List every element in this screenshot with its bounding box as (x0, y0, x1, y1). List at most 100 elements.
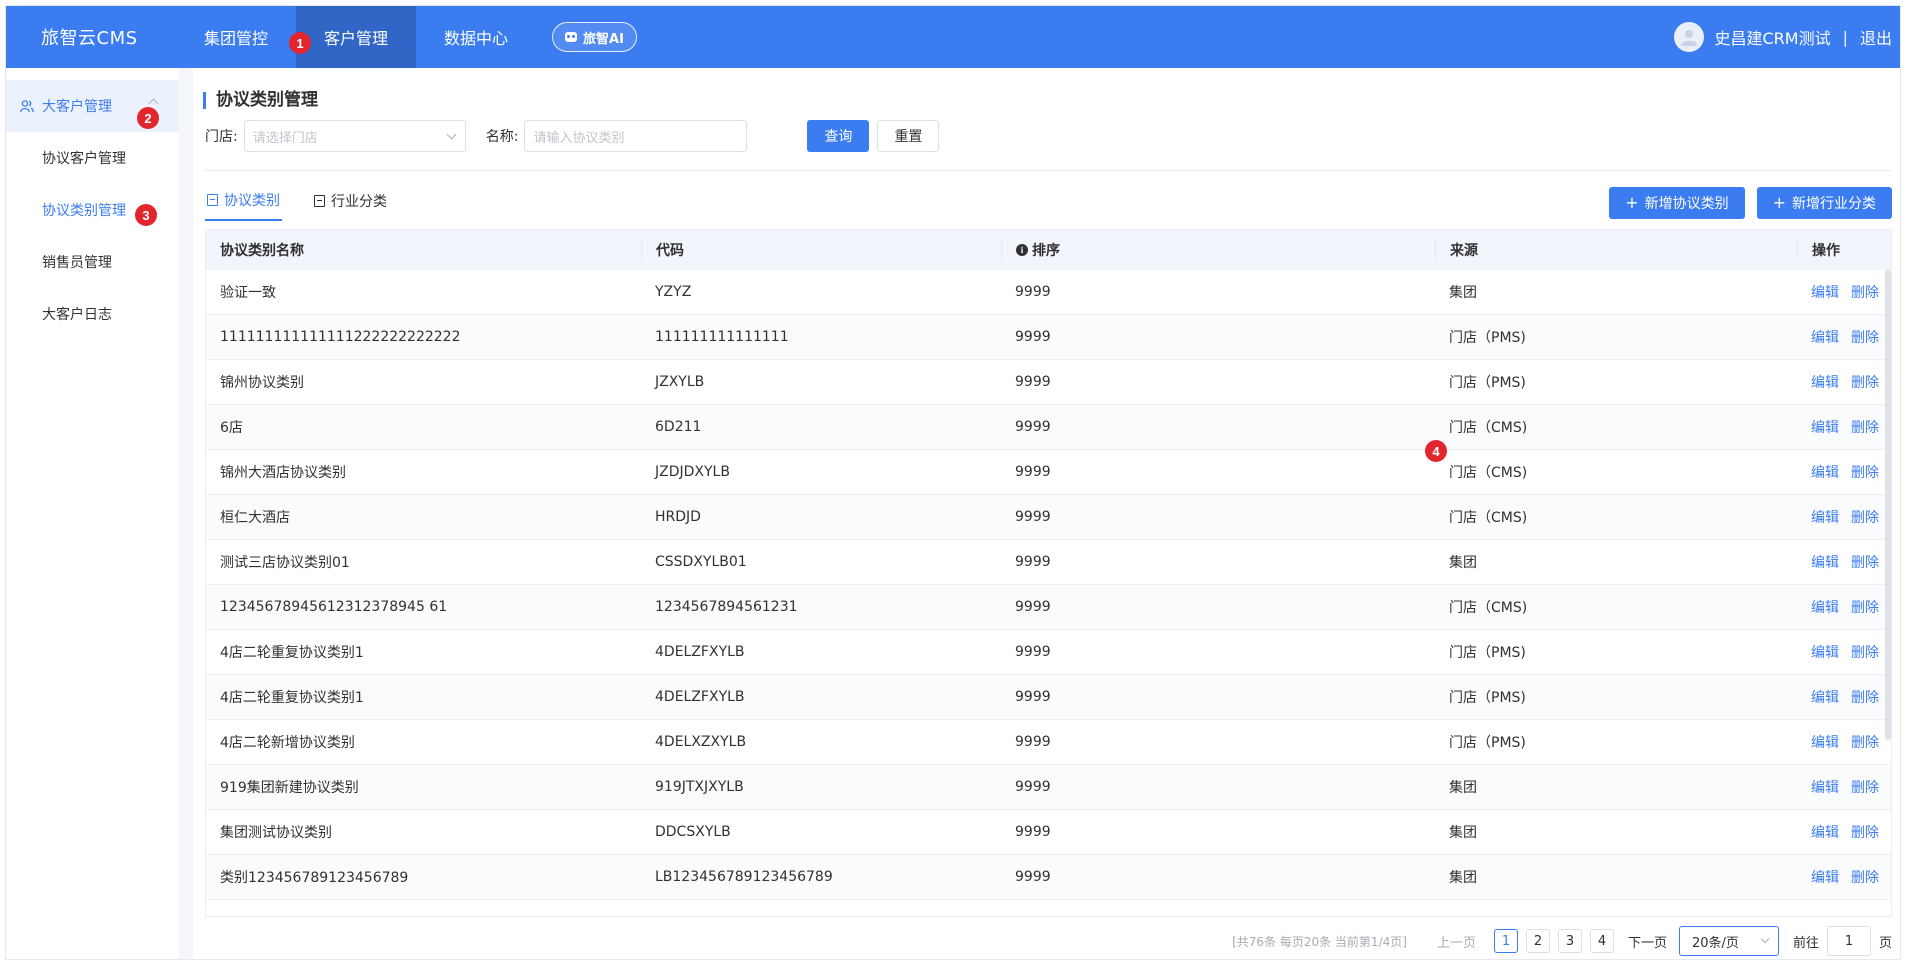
cell-actions: 编辑 删除 (1797, 507, 1891, 527)
nav-item-group-control[interactable]: 集团管控 (176, 6, 296, 68)
column-header-sort[interactable]: i 排序 (1001, 240, 1435, 260)
delete-link[interactable]: 删除 (1851, 327, 1879, 347)
table-row: 6店 6D211 9999 门店（CMS) 编辑 删除 (206, 405, 1891, 450)
edit-link[interactable]: 编辑 (1811, 507, 1839, 527)
table-row: 锦州大酒店协议类别 JZDJDXYLB 9999 门店（CMS) 编辑 删除 (206, 450, 1891, 495)
delete-link[interactable]: 删除 (1851, 687, 1879, 707)
cell-actions: 编辑 删除 (1797, 642, 1891, 662)
name-filter-label: 名称: (485, 129, 519, 145)
cell-name: 锦州协议类别 (220, 375, 304, 391)
edit-link[interactable]: 编辑 (1811, 327, 1839, 347)
page-button-1[interactable]: 1 (1493, 929, 1518, 953)
list-icon (314, 195, 325, 207)
tab-industry-classification[interactable]: 行业分类 (312, 181, 389, 221)
edit-link[interactable]: 编辑 (1811, 732, 1839, 752)
column-header-code: 代码 (641, 240, 1001, 260)
annotation-badge-4: 4 (1425, 440, 1447, 462)
edit-link[interactable]: 编辑 (1811, 687, 1839, 707)
delete-link[interactable]: 删除 (1851, 777, 1879, 797)
edit-link[interactable]: 编辑 (1811, 462, 1839, 482)
robot-icon (565, 32, 578, 42)
cell-source: 门店（PMS) (1449, 645, 1526, 661)
delete-link[interactable]: 删除 (1851, 822, 1879, 842)
delete-link[interactable]: 删除 (1851, 597, 1879, 617)
cell-name: 测试三店协议类别01 (220, 555, 350, 571)
plus-icon: + (1772, 193, 1786, 212)
delete-link[interactable]: 删除 (1851, 417, 1879, 437)
logout-link[interactable]: 退出 (1860, 25, 1892, 49)
cell-actions: 编辑 删除 (1797, 552, 1891, 572)
sidebar-item-agreement-customers[interactable]: 协议客户管理 (6, 132, 179, 184)
cell-name: 4店二轮新增协议类别 (220, 735, 355, 751)
query-button[interactable]: 查询 (807, 120, 870, 152)
prev-page-button[interactable]: 上一页 (1437, 932, 1476, 951)
cell-source: 门店（PMS) (1449, 735, 1526, 751)
cell-source: 集团 (1449, 870, 1477, 886)
cell-sort: 9999 (1015, 644, 1051, 660)
tab-label: 协议类别 (224, 193, 280, 209)
cell-code: 4DELZFXYLB (655, 644, 745, 660)
tab-agreement-categories[interactable]: 协议类别 (205, 181, 282, 221)
name-input-placeholder: 请输入协议类别 (533, 130, 625, 146)
cell-actions: 编辑 删除 (1797, 417, 1891, 437)
goto-page-input[interactable]: 1 (1826, 926, 1871, 956)
cell-actions: 编辑 删除 (1797, 327, 1891, 347)
table-row: 12345678945612312378945 61 12345678945612… (206, 585, 1891, 630)
chevron-down-icon (1760, 934, 1770, 944)
delete-link[interactable]: 删除 (1851, 642, 1879, 662)
delete-link[interactable]: 删除 (1851, 462, 1879, 482)
brand-logo[interactable]: 旅智云CMS (6, 24, 176, 50)
delete-link[interactable]: 删除 (1851, 282, 1879, 302)
edit-link[interactable]: 编辑 (1811, 642, 1839, 662)
cell-actions: 编辑 删除 (1797, 282, 1891, 302)
cell-code: JZXYLB (655, 374, 705, 390)
users-icon (20, 100, 34, 113)
next-page-button[interactable]: 下一页 (1628, 932, 1667, 951)
table-row: 4店二轮重复协议类别1 4DELZFXYLB 9999 门店（PMS) 编辑 删除 (206, 630, 1891, 675)
cell-source: 集团 (1449, 555, 1477, 571)
delete-link[interactable]: 删除 (1851, 732, 1879, 752)
cell-actions: 编辑 删除 (1797, 867, 1891, 887)
sidebar-item-sales-staff[interactable]: 销售员管理 (6, 236, 179, 288)
page-size-select[interactable]: 20条/页 (1678, 926, 1779, 956)
user-name[interactable]: 史昌建CRM测试 (1714, 25, 1830, 49)
table-body: 验证一致 YZYZ 9999 集团 编辑 删除 1111111111111112222222… (206, 270, 1891, 900)
cell-source: 门店（PMS) (1449, 330, 1526, 346)
edit-link[interactable]: 编辑 (1811, 777, 1839, 797)
delete-link[interactable]: 删除 (1851, 867, 1879, 887)
cell-code: CSSDXYLB01 (655, 554, 747, 570)
cell-code: 4DELXZXYLB (655, 734, 747, 750)
name-input[interactable]: 请输入协议类别 (524, 120, 748, 152)
store-select[interactable]: 请选择门店 (243, 120, 466, 152)
nav-item-data-center[interactable]: 数据中心 (416, 6, 536, 68)
avatar[interactable] (1674, 22, 1705, 52)
info-icon[interactable]: i (1016, 244, 1028, 256)
tab-bar: 协议类别 行业分类 (205, 181, 419, 221)
page-button-3[interactable]: 3 (1557, 929, 1582, 953)
nav-item-customer-management[interactable]: 客户管理 (296, 6, 417, 68)
ai-assistant-button[interactable]: 旅智AI (552, 22, 637, 52)
cell-sort: 9999 (1015, 464, 1051, 480)
add-industry-category-button[interactable]: + 新增行业分类 (1756, 187, 1892, 219)
reset-button[interactable]: 重置 (877, 120, 940, 152)
edit-link[interactable]: 编辑 (1811, 822, 1839, 842)
sidebar-item-key-account-log[interactable]: 大客户日志 (6, 288, 179, 340)
user-area: 史昌建CRM测试 | 退出 (1674, 22, 1900, 52)
edit-link[interactable]: 编辑 (1811, 417, 1839, 437)
cell-name: 验证一致 (220, 285, 276, 301)
edit-link[interactable]: 编辑 (1811, 597, 1839, 617)
page-button-2[interactable]: 2 (1525, 929, 1550, 953)
edit-link[interactable]: 编辑 (1811, 372, 1839, 392)
delete-link[interactable]: 删除 (1851, 552, 1879, 572)
edit-link[interactable]: 编辑 (1811, 867, 1839, 887)
add-agreement-category-button[interactable]: + 新增协议类别 (1609, 187, 1745, 219)
delete-link[interactable]: 删除 (1851, 372, 1879, 392)
delete-link[interactable]: 删除 (1851, 507, 1879, 527)
cell-sort: 9999 (1015, 329, 1051, 345)
cell-actions: 编辑 删除 (1797, 462, 1891, 482)
edit-link[interactable]: 编辑 (1811, 282, 1839, 302)
cell-code: 919JTXJXYLB (655, 779, 744, 795)
page-button-4[interactable]: 4 (1589, 929, 1614, 953)
edit-link[interactable]: 编辑 (1811, 552, 1839, 572)
table-scrollbar[interactable] (1885, 270, 1891, 740)
